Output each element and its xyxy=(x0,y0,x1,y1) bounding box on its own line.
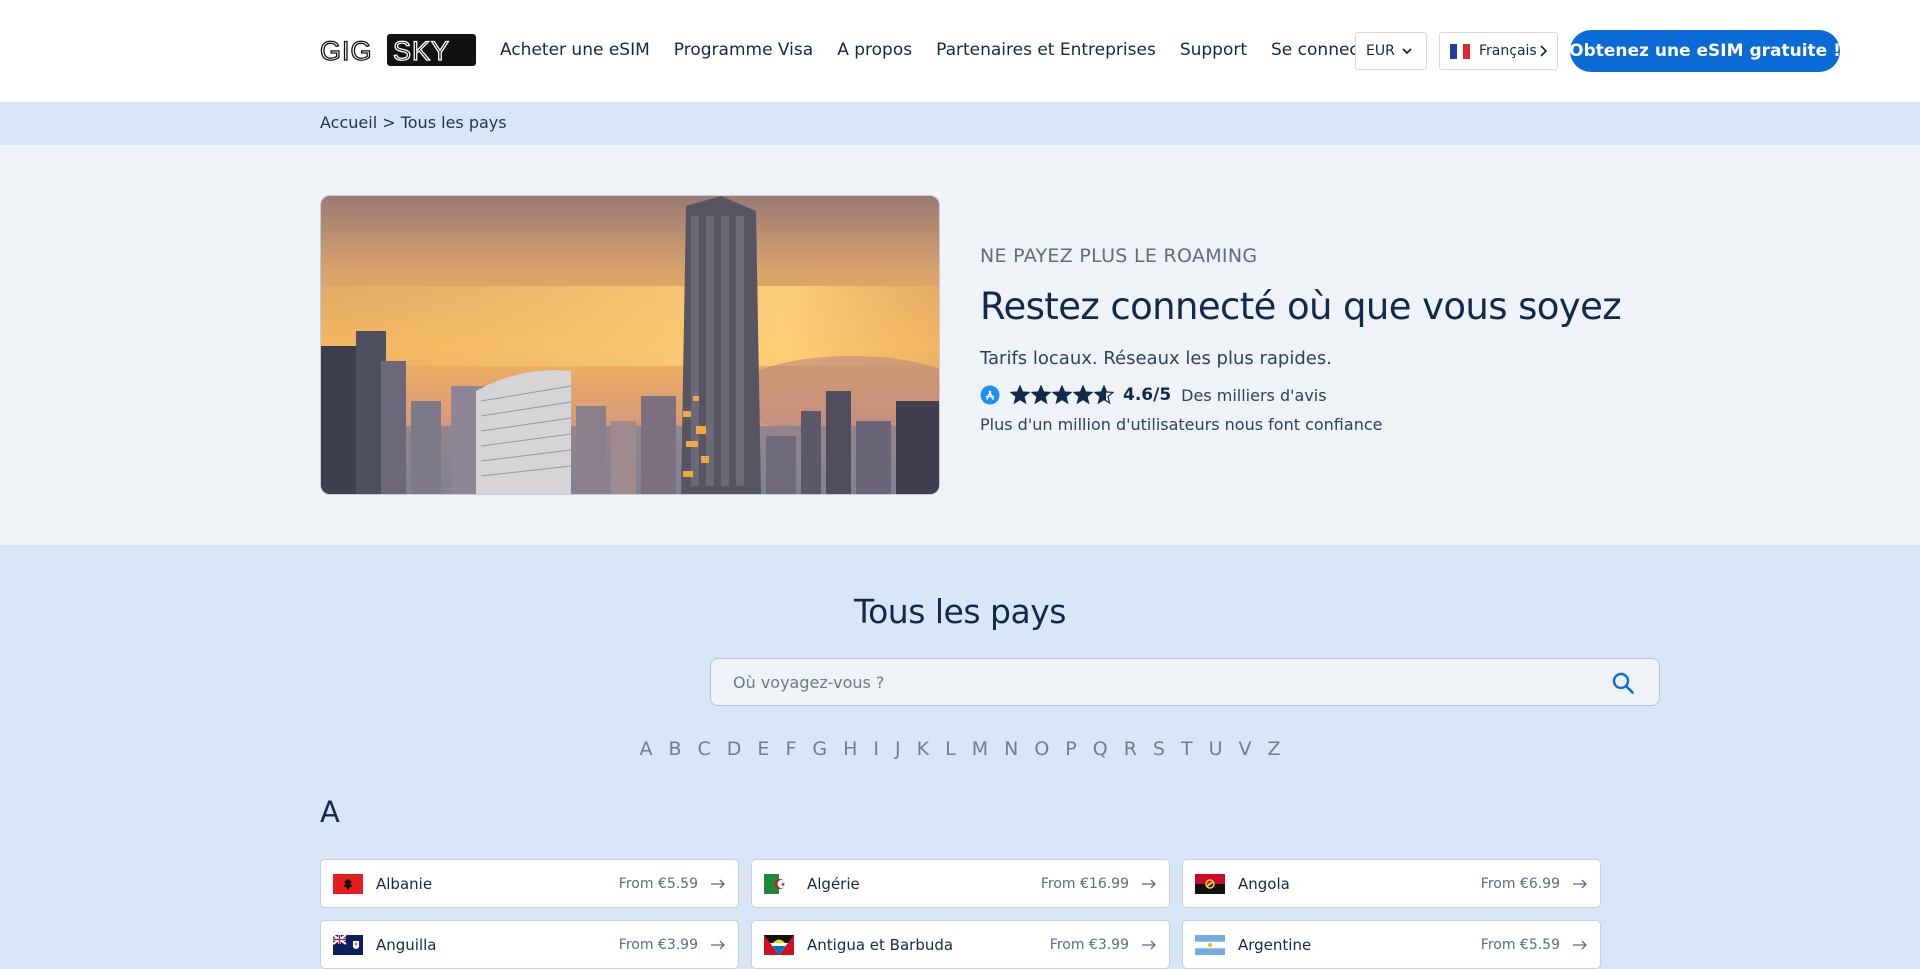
alphabet-letter-m[interactable]: M xyxy=(972,738,988,760)
alphabet-letter-t[interactable]: T xyxy=(1181,738,1193,760)
star-icon xyxy=(1031,385,1051,405)
hero-city-skyline-image xyxy=(320,195,940,495)
alphabet-letter-k[interactable]: K xyxy=(917,738,929,760)
rating-stars xyxy=(1010,385,1115,405)
antigua-flag-icon xyxy=(764,934,794,955)
albania-flag-icon xyxy=(333,873,363,894)
alphabet-letter-q[interactable]: Q xyxy=(1093,738,1108,760)
alphabet-letter-e[interactable]: E xyxy=(757,738,769,760)
arrow-right-icon xyxy=(711,940,725,950)
countries-section: Tous les pays ABCDEFGHIJKLMNOPQRSTUVZ A … xyxy=(0,545,1920,969)
star-icon xyxy=(1094,385,1114,405)
alphabet-letter-d[interactable]: D xyxy=(727,738,742,760)
nav-support[interactable]: Support xyxy=(1180,40,1247,60)
countries-title: Tous les pays xyxy=(854,592,1066,631)
svg-text:SKY: SKY xyxy=(393,36,450,66)
country-name: Albanie xyxy=(376,874,433,893)
alphabet-filter: ABCDEFGHIJKLMNOPQRSTUVZ xyxy=(0,738,1920,760)
arrow-right-icon xyxy=(1142,879,1156,889)
arrow-right-icon xyxy=(1142,940,1156,950)
france-flag-icon xyxy=(1450,43,1471,59)
breadcrumb-text[interactable]: Accueil > Tous les pays xyxy=(320,113,507,132)
alphabet-letter-a[interactable]: A xyxy=(639,738,652,760)
country-card[interactable]: Angola From €6.99 xyxy=(1182,859,1601,908)
country-price: From €3.99 xyxy=(1049,936,1129,953)
country-price: From €6.99 xyxy=(1480,875,1560,892)
nav-visa-program[interactable]: Programme Visa xyxy=(674,40,813,60)
hero-text-block: NE PAYEZ PLUS LE ROAMING Restez connecté… xyxy=(980,245,1680,434)
language-value: Français xyxy=(1479,43,1537,59)
arrow-right-icon xyxy=(1573,879,1587,889)
breadcrumb: Accueil > Tous les pays xyxy=(0,102,1920,145)
search-box xyxy=(710,658,1660,706)
alphabet-letter-v[interactable]: V xyxy=(1239,738,1252,760)
country-price: From €5.59 xyxy=(618,875,698,892)
gigsky-logo[interactable]: GIG SKY xyxy=(319,33,477,67)
country-card[interactable]: Anguilla From €3.99 xyxy=(320,920,739,969)
trust-text: Plus d'un million d'utilisateurs nous fo… xyxy=(980,415,1383,434)
site-header: GIG SKY Acheter une eSIM Programme Visa … xyxy=(0,0,1920,102)
country-card[interactable]: Algérie From €16.99 xyxy=(751,859,1170,908)
country-name: Antigua et Barbuda xyxy=(807,935,954,954)
alphabet-letter-c[interactable]: C xyxy=(698,738,711,760)
hero-section: NE PAYEZ PLUS LE ROAMING Restez connecté… xyxy=(0,145,1920,545)
rating-score: 4.6/5 xyxy=(1123,385,1172,405)
country-grid: Albanie From €5.59 Algérie From €16.99 Angol… xyxy=(320,859,1601,969)
country-card[interactable]: Albanie From €5.59 xyxy=(320,859,739,908)
country-name: Algérie xyxy=(807,874,860,893)
svg-text:GIG: GIG xyxy=(320,36,373,66)
alphabet-letter-z[interactable]: Z xyxy=(1268,738,1281,760)
currency-select[interactable]: EUR xyxy=(1355,32,1427,70)
alphabet-letter-n[interactable]: N xyxy=(1004,738,1018,760)
argentina-flag-icon xyxy=(1195,934,1225,955)
country-name: Angola xyxy=(1238,874,1290,893)
search-icon[interactable] xyxy=(1611,671,1635,695)
alphabet-letter-r[interactable]: R xyxy=(1124,738,1137,760)
star-icon xyxy=(1052,385,1072,405)
skyline-illustration xyxy=(321,196,939,494)
arrow-right-icon xyxy=(1573,940,1587,950)
rating-row: 4.6/5 Des milliers d'avis xyxy=(980,383,1680,407)
nav-partners[interactable]: Partenaires et Entreprises xyxy=(936,40,1156,60)
main-nav: Acheter une eSIM Programme Visa A propos… xyxy=(500,38,1407,62)
star-icon xyxy=(1010,385,1030,405)
alphabet-letter-l[interactable]: L xyxy=(945,738,956,760)
chevron-right-icon xyxy=(1540,45,1547,57)
star-icon xyxy=(1073,385,1093,405)
chevron-down-icon xyxy=(1402,48,1412,55)
app-store-icon xyxy=(980,385,1000,405)
hero-subline: Tarifs locaux. Réseaux les plus rapides. xyxy=(980,348,1332,369)
country-price: From €16.99 xyxy=(1040,875,1129,892)
country-price: From €3.99 xyxy=(618,936,698,953)
alphabet-letter-j[interactable]: J xyxy=(895,738,901,760)
nav-about[interactable]: A propos xyxy=(837,40,912,60)
search-input[interactable] xyxy=(711,659,1591,705)
reviews-text: Des milliers d'avis xyxy=(1181,385,1327,405)
alphabet-letter-b[interactable]: B xyxy=(668,738,681,760)
alphabet-letter-s[interactable]: S xyxy=(1153,738,1165,760)
country-name: Argentine xyxy=(1238,935,1312,954)
country-price: From €5.59 xyxy=(1480,936,1560,953)
country-card[interactable]: Argentine From €5.59 xyxy=(1182,920,1601,969)
free-esim-button[interactable]: Obtenez une eSIM gratuite ! xyxy=(1569,30,1841,72)
language-select[interactable]: Français xyxy=(1439,32,1558,70)
alphabet-letter-g[interactable]: G xyxy=(812,738,827,760)
hero-eyebrow: NE PAYEZ PLUS LE ROAMING xyxy=(980,245,1258,267)
anguilla-flag-icon xyxy=(333,934,363,955)
nav-buy-esim[interactable]: Acheter une eSIM xyxy=(500,40,650,60)
alphabet-letter-i[interactable]: I xyxy=(873,738,879,760)
hero-headline: Restez connecté où que vous soyez xyxy=(980,285,1622,328)
currency-value: EUR xyxy=(1366,43,1395,59)
alphabet-letter-f[interactable]: F xyxy=(785,738,796,760)
arrow-right-icon xyxy=(711,879,725,889)
alphabet-letter-u[interactable]: U xyxy=(1209,738,1223,760)
algeria-flag-icon xyxy=(764,873,794,894)
country-card[interactable]: Antigua et Barbuda From €3.99 xyxy=(751,920,1170,969)
group-letter-heading: A xyxy=(320,795,340,829)
angola-flag-icon xyxy=(1195,873,1225,894)
alphabet-letter-h[interactable]: H xyxy=(843,738,857,760)
country-name: Anguilla xyxy=(376,935,437,954)
alphabet-letter-p[interactable]: P xyxy=(1065,738,1076,760)
alphabet-letter-o[interactable]: O xyxy=(1034,738,1049,760)
